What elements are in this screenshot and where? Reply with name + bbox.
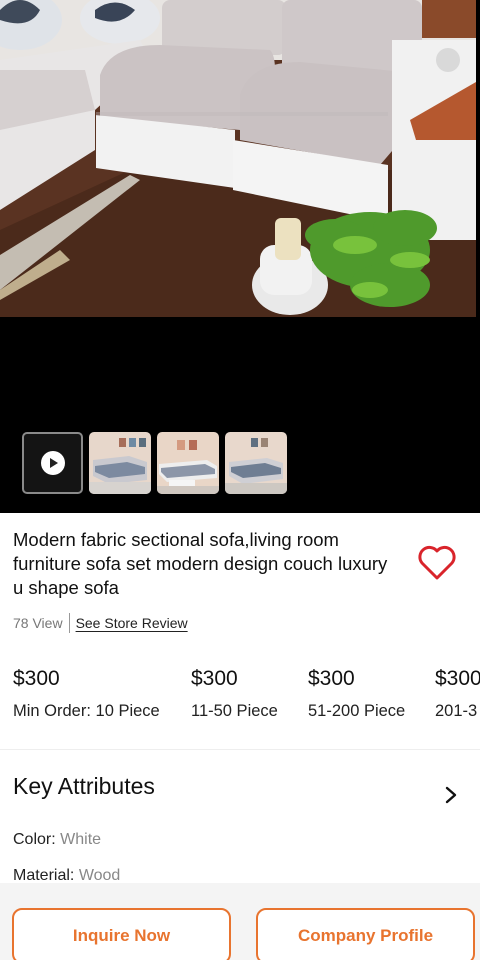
- gallery-thumbnail[interactable]: [225, 432, 287, 494]
- attribute-label: Material:: [13, 867, 75, 884]
- heart-outline-icon[interactable]: [416, 543, 458, 581]
- price-tier: $300 11-50 Piece: [191, 664, 278, 723]
- tier-price: $300: [308, 667, 355, 690]
- video-thumbnail[interactable]: [22, 432, 83, 494]
- product-meta: 78 View See Store Review: [13, 612, 188, 634]
- tier-quantity: 201-3: [435, 702, 478, 720]
- play-icon: [40, 451, 65, 475]
- view-count: 78 View: [13, 615, 63, 631]
- product-title: Modern fabric sectional sofa,living room…: [13, 529, 388, 598]
- price-tier: $300 Min Order: 10 Piece: [13, 664, 160, 723]
- bottom-action-bar: Inquire Now Company Profile: [0, 883, 480, 960]
- tier-quantity: 51-200 Piece: [308, 702, 406, 720]
- price-tier: $300 201-3: [435, 664, 480, 723]
- gallery-thumbnail[interactable]: [89, 432, 151, 494]
- product-hero-image[interactable]: [0, 0, 476, 317]
- attribute-row-color: Color: White: [13, 829, 101, 851]
- key-attributes-heading[interactable]: Key Attributes: [13, 771, 155, 801]
- see-store-review-link[interactable]: See Store Review: [76, 615, 188, 631]
- product-media-area[interactable]: [0, 0, 480, 513]
- meta-divider: [68, 613, 70, 633]
- gallery-thumbnails: [22, 432, 287, 494]
- gallery-thumbnail[interactable]: [157, 432, 219, 494]
- tier-price: $300: [13, 667, 60, 690]
- attribute-label: Color:: [13, 831, 56, 848]
- inquire-now-button[interactable]: Inquire Now: [12, 908, 231, 960]
- tier-price: $300: [435, 667, 480, 690]
- tier-quantity: Min Order: 10 Piece: [13, 702, 160, 720]
- chevron-right-icon[interactable]: [440, 784, 462, 806]
- section-divider: [0, 749, 480, 750]
- tier-quantity: 11-50 Piece: [191, 702, 278, 720]
- attribute-value: Wood: [78, 867, 121, 884]
- tier-price: $300: [191, 667, 238, 690]
- price-tier: $300 51-200 Piece: [308, 664, 405, 723]
- company-profile-button[interactable]: Company Profile: [256, 908, 475, 960]
- price-tiers: $300 Min Order: 10 Piece $300 11-50 Piec…: [0, 664, 480, 730]
- attribute-value: White: [60, 831, 102, 848]
